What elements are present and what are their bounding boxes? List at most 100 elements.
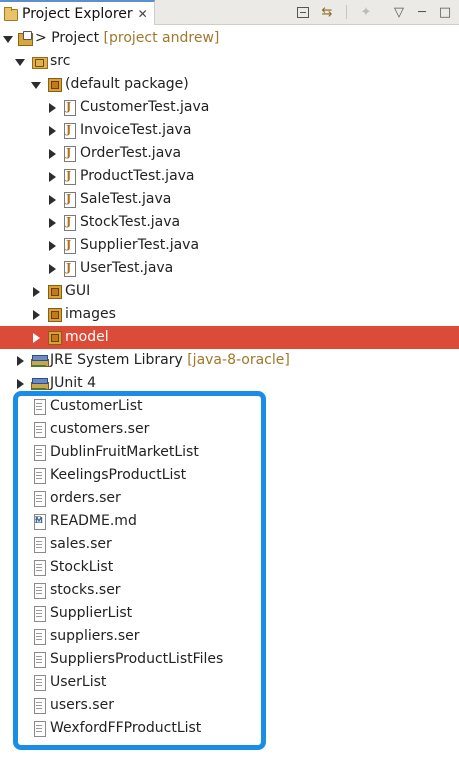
expand-twisty[interactable] <box>15 379 25 389</box>
tree-item-project[interactable]: > Project [project andrew] <box>0 27 459 50</box>
tree-item-file[interactable]: suppliers.ser <box>0 625 459 648</box>
file-label: DublinFruitMarketList <box>50 444 199 460</box>
library-icon <box>31 352 48 368</box>
file-label: ProductTest.java <box>80 168 195 184</box>
file-label: StockTest.java <box>80 214 181 230</box>
file-label: SupplierList <box>50 605 133 621</box>
tree-item-file[interactable]: CustomerList <box>0 395 459 418</box>
tree-item-java-file[interactable]: SupplierTest.java <box>0 234 459 257</box>
library-name: JUnit 4 <box>50 375 96 391</box>
file-icon <box>31 490 47 507</box>
file-label: customers.ser <box>50 421 150 437</box>
tree-item-file[interactable]: orders.ser <box>0 487 459 510</box>
java-file-icon <box>61 260 77 277</box>
expand-twisty[interactable] <box>47 264 57 274</box>
tree-item-java-file[interactable]: InvoiceTest.java <box>0 119 459 142</box>
tree-item-file[interactable]: README.md <box>0 510 459 533</box>
tree-item-file[interactable]: UserList <box>0 671 459 694</box>
file-label: CustomerTest.java <box>80 99 210 115</box>
file-label: SaleTest.java <box>80 191 172 207</box>
folder-icon <box>3 6 18 21</box>
file-icon <box>31 467 47 484</box>
tab-project-explorer[interactable]: Project Explorer ✕ <box>0 0 155 25</box>
expand-twisty[interactable] <box>31 310 41 320</box>
project-name: Project <box>51 30 100 46</box>
file-label: CustomerList <box>50 398 143 414</box>
expand-twisty[interactable] <box>47 126 57 136</box>
tree-item-file[interactable]: SuppliersProductListFiles <box>0 648 459 671</box>
link-with-editor-icon[interactable]: ⇆ <box>318 3 336 21</box>
java-file-icon <box>61 214 77 231</box>
tree-item-jre-library[interactable]: JRE System Library [java-8-oracle] <box>0 349 459 372</box>
collapse-all-icon[interactable] <box>294 3 312 21</box>
tree-item-file[interactable]: SupplierList <box>0 602 459 625</box>
file-icon <box>31 559 47 576</box>
expand-twisty[interactable] <box>47 172 57 182</box>
tree-item-file[interactable]: WexfordFFProductList <box>0 717 459 740</box>
file-label: SuppliersProductListFiles <box>50 651 224 667</box>
tree-item-java-file[interactable]: OrderTest.java <box>0 142 459 165</box>
file-label: users.ser <box>50 697 114 713</box>
tree-item-java-file[interactable]: CustomerTest.java <box>0 96 459 119</box>
tree-item-file[interactable]: users.ser <box>0 694 459 717</box>
tree-item-default-package[interactable]: (default package) <box>0 73 459 96</box>
expand-twisty[interactable] <box>47 195 57 205</box>
package-label: images <box>65 306 116 322</box>
package-icon <box>46 76 62 92</box>
expand-twisty[interactable] <box>47 149 57 159</box>
java-file-icon <box>61 237 77 254</box>
package-label: model <box>65 329 109 345</box>
library-icon <box>31 375 48 391</box>
expand-twisty[interactable] <box>31 333 41 343</box>
expand-twisty[interactable] <box>31 80 41 90</box>
expand-twisty[interactable] <box>47 241 57 251</box>
expand-twisty[interactable] <box>15 57 25 67</box>
library-decoration: [java-8-oracle] <box>187 352 290 368</box>
tree-item-src[interactable]: src <box>0 50 459 73</box>
tree-item-file[interactable]: customers.ser <box>0 418 459 441</box>
expand-twisty[interactable] <box>47 218 57 228</box>
package-label: GUI <box>65 283 91 299</box>
tree-item-file[interactable]: KeelingsProductList <box>0 464 459 487</box>
expand-twisty[interactable] <box>47 103 57 113</box>
file-icon <box>31 398 47 415</box>
file-label: UserList <box>50 674 107 690</box>
file-label: orders.ser <box>50 490 121 506</box>
java-file-icon <box>61 145 77 162</box>
focus-icon[interactable]: ✦ <box>357 3 375 21</box>
file-label: README.md <box>50 513 137 529</box>
tree-item-junit-library[interactable]: JUnit 4 <box>0 372 459 395</box>
file-label: sales.ser <box>50 536 112 552</box>
minimize-icon[interactable]: ─ <box>413 3 431 21</box>
tab-title: Project Explorer <box>22 5 133 22</box>
library-name: JRE System Library <box>50 352 183 368</box>
view-menu-icon[interactable]: ▽ <box>390 3 408 21</box>
tree-item-file[interactable]: stocks.ser <box>0 579 459 602</box>
tree-item-file[interactable]: DublinFruitMarketList <box>0 441 459 464</box>
tree-item-java-file[interactable]: StockTest.java <box>0 211 459 234</box>
file-icon <box>31 674 47 691</box>
project-prefix: > <box>35 30 47 46</box>
file-label: UserTest.java <box>80 260 174 276</box>
file-icon <box>31 697 47 714</box>
file-icon <box>31 628 47 645</box>
tree-item-file[interactable]: sales.ser <box>0 533 459 556</box>
tree-item-package-images[interactable]: images <box>0 303 459 326</box>
tree-item-package-model[interactable]: model <box>0 326 459 349</box>
close-icon[interactable]: ✕ <box>138 7 148 21</box>
default-package-label: (default package) <box>65 76 189 92</box>
tree-item-file[interactable]: StockList <box>0 556 459 579</box>
file-label: OrderTest.java <box>80 145 182 161</box>
expand-twisty[interactable] <box>31 287 41 297</box>
project-icon <box>17 30 33 46</box>
tree-item-java-file[interactable]: ProductTest.java <box>0 165 459 188</box>
file-icon <box>31 444 47 461</box>
expand-twisty[interactable] <box>15 356 25 366</box>
source-folder-icon <box>31 53 48 69</box>
maximize-icon[interactable]: □ <box>436 3 454 21</box>
tree-item-java-file[interactable]: UserTest.java <box>0 257 459 280</box>
file-icon <box>31 536 47 553</box>
tree-item-package-gui[interactable]: GUI <box>0 280 459 303</box>
expand-twisty[interactable] <box>3 34 13 44</box>
tree-item-java-file[interactable]: SaleTest.java <box>0 188 459 211</box>
